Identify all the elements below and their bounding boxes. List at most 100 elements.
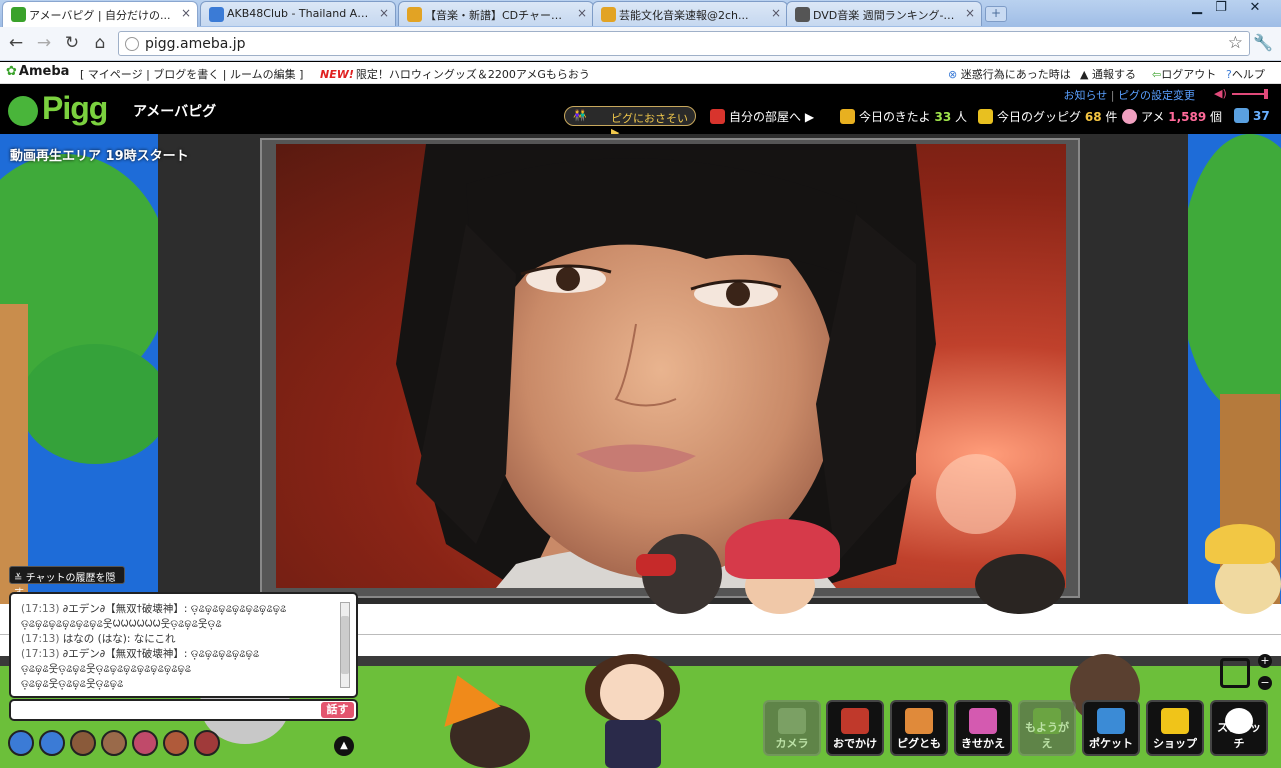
tab-close-icon[interactable]: ×: [181, 6, 191, 20]
visitors-stat[interactable]: 今日のきたよ 33 人: [840, 108, 967, 125]
restore-icon[interactable]: ❐: [1207, 0, 1235, 18]
home-icon[interactable]: ⌂: [88, 32, 112, 56]
chat-time: (17:13): [21, 633, 60, 645]
logout-link[interactable]: ⇦ログアウト: [1152, 66, 1216, 82]
volume-knob[interactable]: [1264, 89, 1268, 99]
zoom-in-icon[interactable]: +: [1258, 654, 1272, 668]
candy-icon: [1122, 109, 1137, 124]
tab-close-icon[interactable]: ×: [379, 6, 389, 20]
scratch-button[interactable]: スクラッチ: [1210, 700, 1268, 756]
ameba-nav-links[interactable]: [ マイページ | ブログを書く | ルームの編集 ]: [80, 66, 303, 82]
shop-button[interactable]: ショップ: [1146, 700, 1204, 756]
avatar-face: [600, 664, 664, 722]
avatar-action-icon[interactable]: [132, 730, 158, 756]
pigg-logo[interactable]: Pigg: [8, 90, 108, 127]
help-link[interactable]: ?ヘルプ: [1226, 66, 1265, 82]
avatar-action-icon[interactable]: [70, 730, 96, 756]
2ch-favicon-icon: [601, 7, 616, 22]
remodel-button[interactable]: もようがえ: [1018, 700, 1076, 756]
chat-scrollbar-thumb[interactable]: [341, 616, 349, 674]
tab-akb48club[interactable]: AKB48Club - Thailand AKB4... ×: [200, 1, 396, 26]
avatar-yellow-hat[interactable]: [1205, 524, 1281, 614]
forward-arrow-icon[interactable]: →: [32, 32, 56, 56]
promo-link[interactable]: NEW! 限定！ハロウィングッズ＆2200アメGもらおう: [320, 66, 590, 82]
logout-icon: ⇦: [1152, 68, 1162, 81]
pocket-button[interactable]: ポケット: [1082, 700, 1140, 756]
shop-bag-icon: [1161, 708, 1189, 734]
dress-up-button[interactable]: きせかえ: [954, 700, 1012, 756]
bookmark-star-icon[interactable]: ☆: [1228, 33, 1243, 53]
report-link[interactable]: ▲ 通報する: [1080, 66, 1136, 82]
ameba-header-bar: Ameba [ マイページ | ブログを書く | ルームの編集 ] NEW!限定…: [0, 62, 1281, 84]
pigg-favicon-icon: [11, 7, 26, 22]
volume-track: [1232, 93, 1264, 95]
tab-dvd-ranking[interactable]: DVD音楽 週間ランキング-O... ×: [786, 1, 982, 26]
chat-text: はなの (はな): なにこれ: [62, 633, 176, 645]
coin-stat[interactable]: 37: [1234, 108, 1270, 123]
double-chevron-down-icon: ≚: [14, 573, 23, 584]
my-room-link[interactable]: 自分の部屋へ ▶: [710, 108, 814, 125]
avatar-action-icon[interactable]: [101, 730, 127, 756]
chat-message: (17:13) はなの (はな): なにこれ: [21, 632, 340, 647]
avatar-head: [975, 554, 1065, 614]
back-arrow-icon[interactable]: ←: [4, 32, 28, 56]
window-close-icon[interactable]: ✕: [1241, 0, 1269, 18]
speaker-icon: ◀): [1214, 87, 1227, 100]
goods-stat[interactable]: 今日のグッピグ 68 件: [978, 108, 1117, 125]
pigg-mascot-icon: [8, 95, 38, 126]
camera-button[interactable]: カメラ: [763, 700, 821, 756]
new-tab-button[interactable]: +: [985, 6, 1007, 22]
tab-close-icon[interactable]: ×: [965, 6, 975, 20]
ame-stat[interactable]: アメ 1,589 個: [1122, 108, 1222, 125]
notice-link[interactable]: お知らせ: [1064, 89, 1108, 102]
tab-ameba-pigg[interactable]: アメーバピグ | 自分だけの... ×: [2, 1, 198, 27]
zoom-out-icon[interactable]: −: [1258, 676, 1272, 690]
shirt-alt-icon[interactable]: [39, 730, 65, 756]
tab-close-icon[interactable]: ×: [771, 6, 781, 20]
tab-title: DVD音楽 週間ランキング-O...: [813, 9, 963, 22]
avatar-action-icon[interactable]: [194, 730, 220, 756]
avatar-action-icon[interactable]: [163, 730, 189, 756]
pigg-friends-button[interactable]: ピグとも: [890, 700, 948, 756]
reload-icon[interactable]: ↻: [60, 32, 84, 56]
shirt-icon[interactable]: [8, 730, 34, 756]
wrench-icon[interactable]: 🔧: [1253, 33, 1273, 52]
invite-button[interactable]: 👫 ピグにおさそい ▶: [564, 106, 696, 139]
avatar-dark-hair[interactable]: [965, 554, 1075, 614]
ameba-logo[interactable]: Ameba: [6, 64, 70, 79]
tab-geino-news[interactable]: 芸能文化音楽速報@2ch... ×: [592, 1, 788, 26]
pocket-icon: [1097, 708, 1125, 734]
video-frame-image: [396, 144, 1016, 588]
chat-input[interactable]: [15, 702, 315, 718]
avatar-masked[interactable]: [632, 524, 732, 614]
address-bar[interactable]: pigg.ameba.jp ☆: [118, 31, 1250, 56]
hide-chat-history-button[interactable]: ≚ チャットの履歴を隠す: [9, 566, 125, 599]
pigg-stats-bar: 👫 ピグにおさそい ▶ 自分の部屋へ ▶ 今日のきたよ 33 人 今日のグッピグ…: [564, 106, 1276, 139]
chat-text: ∂エデン∂【無双†破壊神】: ଡ଼ଌଢ଼ଌଢ଼ଌଢ଼ଌଢ଼ଌ: [62, 648, 260, 660]
chat-input-box[interactable]: [9, 699, 358, 721]
say-button[interactable]: 話す: [321, 702, 354, 718]
outing-button[interactable]: おでかけ: [826, 700, 884, 756]
pan-control-icon[interactable]: [1220, 658, 1250, 688]
chat-message: ଡ଼ଌଢ଼ଌ웃ଡ଼ଌଢ଼ଌ웃ଡ଼ଌଢ଼ଌଢ଼ଌଢ଼ଌଢ଼ଌଢ଼ଌଢ଼ଌ: [21, 662, 340, 677]
avatar-witch-hat[interactable]: [429, 665, 540, 768]
avatar-girl-center[interactable]: [570, 654, 690, 768]
remodel-label: もようがえ: [1025, 721, 1069, 750]
volume-slider[interactable]: ◀): [1214, 87, 1270, 100]
pigg-logo-text: Pigg: [42, 90, 108, 126]
browser-tab-strip: アメーバピグ | 自分だけの... × AKB48Club - Thailand…: [0, 0, 1281, 27]
clothes-icon: [969, 708, 997, 734]
video-player[interactable]: [276, 144, 1066, 588]
tab-title: アメーバピグ | 自分だけの...: [29, 9, 171, 22]
tab-cd-chart[interactable]: 【音楽・新譜】CDチャート速... ×: [398, 1, 594, 26]
promo-text: 限定！ハロウィングッズ＆2200アメGもらおう: [355, 68, 590, 81]
avatar-red-hat[interactable]: [725, 519, 840, 614]
chat-text: ଡ଼ଌଢ଼ଌ웃ଡ଼ଌଢ଼ଌ웃ଡ଼ଌଢ଼ଌ: [21, 678, 124, 690]
chat-history-panel: (17:13) ∂エデン∂【無双†破壊神】: ଡ଼ଌଢ଼ଌଢ଼ଌଢ଼ଌଢ଼ଌଢ଼…: [9, 592, 358, 698]
report-trouble-link[interactable]: ⊗ 迷惑行為にあった時は: [948, 66, 1071, 82]
expand-up-arrow-icon[interactable]: ▲: [334, 736, 354, 756]
chat-message: (17:13) ∂エデン∂【無双†破壊神】: ଡ଼ଌଢ଼ଌଢ଼ଌଢ଼ଌଢ଼ଌ: [21, 647, 340, 662]
settings-link[interactable]: ピグの設定変更: [1118, 89, 1195, 102]
mask-icon: [636, 554, 676, 576]
tab-close-icon[interactable]: ×: [577, 6, 587, 20]
